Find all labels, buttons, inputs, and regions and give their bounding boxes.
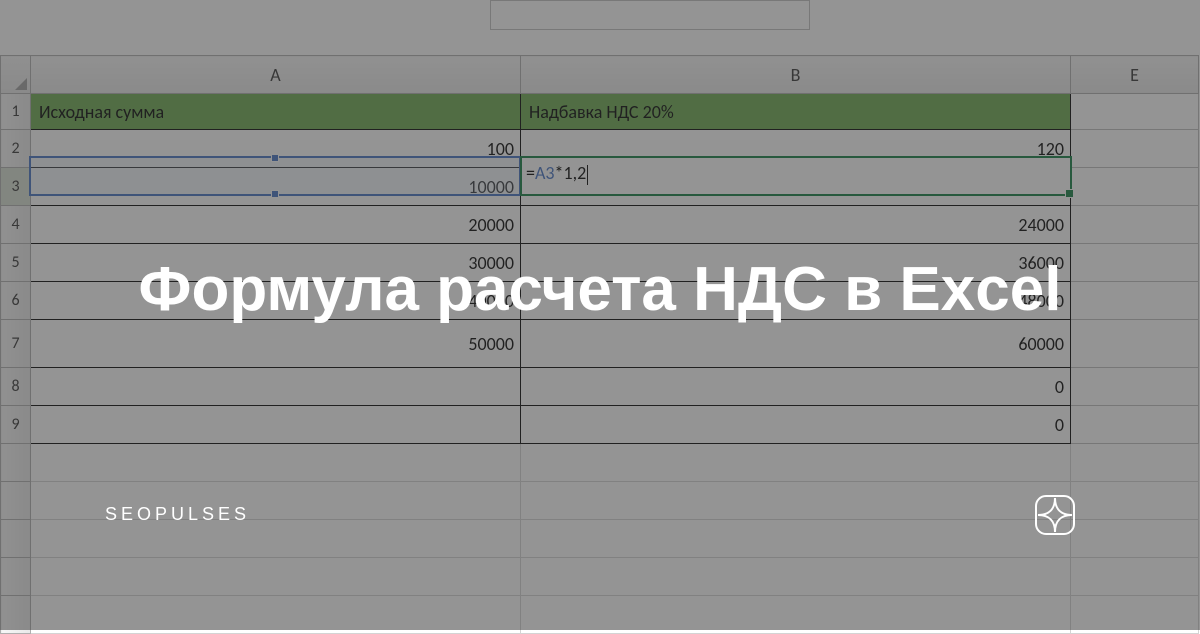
zen-star-icon (1035, 495, 1075, 535)
overlay-brand: SEOPULSES (105, 504, 250, 525)
overlay-title: Формула расчета НДС в Excel (139, 256, 1062, 324)
title-overlay: Формула расчета НДС в Excel SEOPULSES (0, 0, 1200, 630)
